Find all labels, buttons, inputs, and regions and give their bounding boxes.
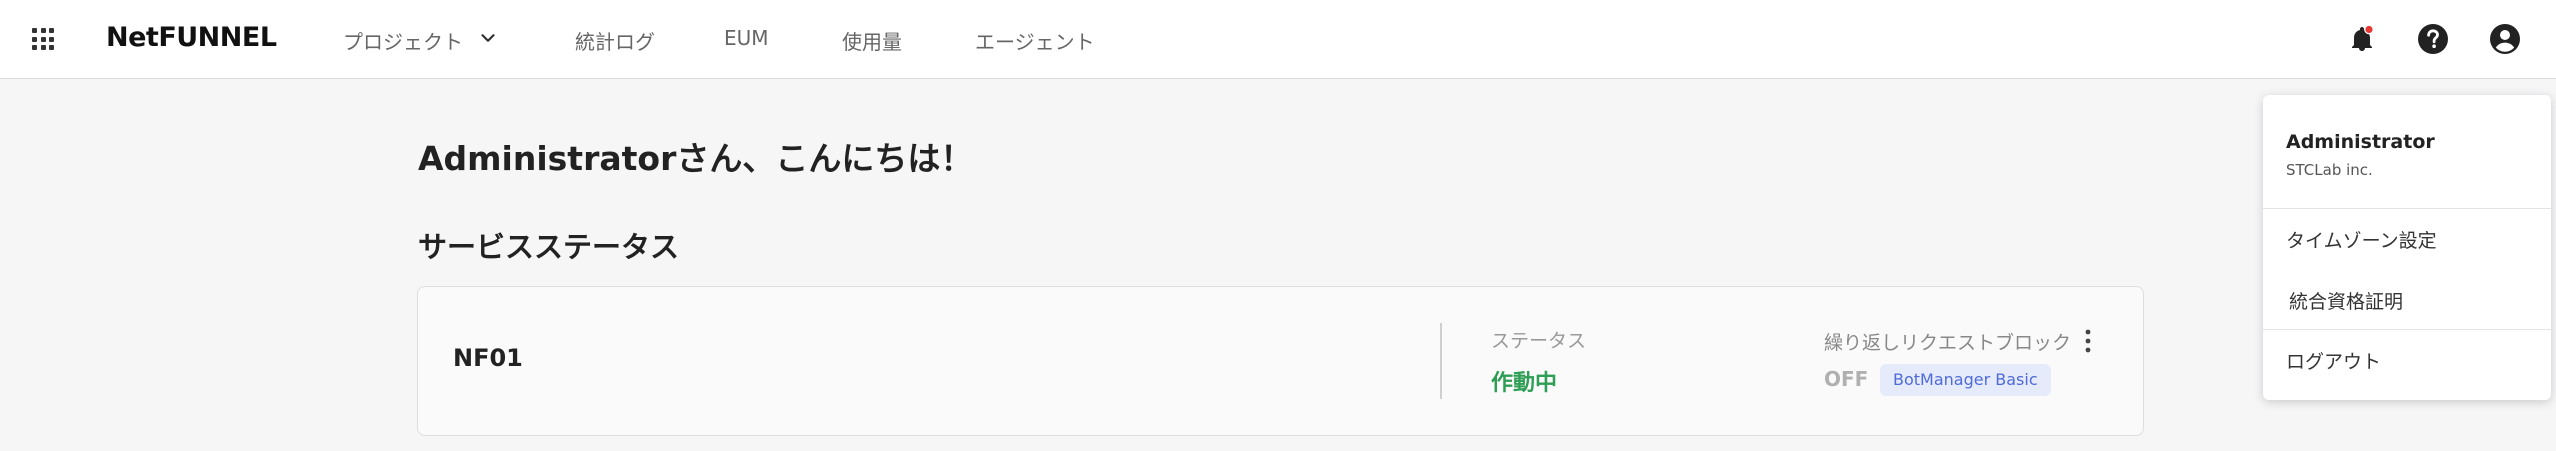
repeat-request-block-value: OFF: [1824, 367, 1869, 391]
nav-usage[interactable]: 使用量: [842, 26, 902, 55]
menu-username: Administrator: [2286, 131, 2435, 153]
top-navigation-bar: NetFUNNEL プロジェクト 統計ログ EUM 使用量 エージェント: [0, 0, 2556, 79]
menu-item-timezone-settings[interactable]: タイムゾーン設定: [2286, 226, 2437, 253]
menu-item-logout[interactable]: ログアウト: [2286, 347, 2381, 374]
notification-dot: [2364, 24, 2374, 35]
chevron-down-icon[interactable]: [477, 27, 499, 49]
greeting-heading: Administratorさん、こんにちは！: [418, 139, 974, 178]
nav-project[interactable]: プロジェクト: [343, 26, 463, 55]
account-icon[interactable]: [2487, 21, 2523, 57]
status-value: 作動中: [1491, 371, 1558, 396]
notification-bell-icon[interactable]: [2344, 21, 2380, 57]
service-name: NF01: [453, 344, 523, 372]
service-status-heading: サービスステータス: [418, 230, 680, 264]
help-icon[interactable]: [2415, 21, 2451, 57]
nav-statistics-log[interactable]: 統計ログ: [575, 26, 655, 55]
menu-item-sso-credentials[interactable]: 統合資格証明: [2289, 287, 2403, 314]
card-divider: [1440, 323, 1442, 399]
repeat-request-block-label: 繰り返しリクエストブロック: [1824, 332, 2072, 354]
account-dropdown-menu: Administrator STCLab inc. タイムゾーン設定 統合資格証…: [2263, 95, 2551, 400]
menu-divider: [2263, 208, 2551, 209]
status-label: ステータス: [1491, 330, 1587, 352]
service-status-card[interactable]: NF01 ステータス 作動中 繰り返しリクエストブロック OFF BotMana…: [417, 286, 2144, 436]
menu-user-info: Administrator STCLab inc.: [2286, 131, 2435, 179]
apps-grid-icon[interactable]: [32, 28, 54, 50]
nav-eum[interactable]: EUM: [724, 26, 769, 50]
netfunnel-logo[interactable]: NetFUNNEL: [106, 22, 277, 53]
botmanager-badge: BotManager Basic: [1880, 364, 2051, 396]
menu-company: STCLab inc.: [2286, 161, 2373, 179]
nav-agent[interactable]: エージェント: [975, 26, 1095, 55]
menu-divider: [2263, 329, 2551, 330]
more-options-icon[interactable]: [2078, 327, 2098, 355]
